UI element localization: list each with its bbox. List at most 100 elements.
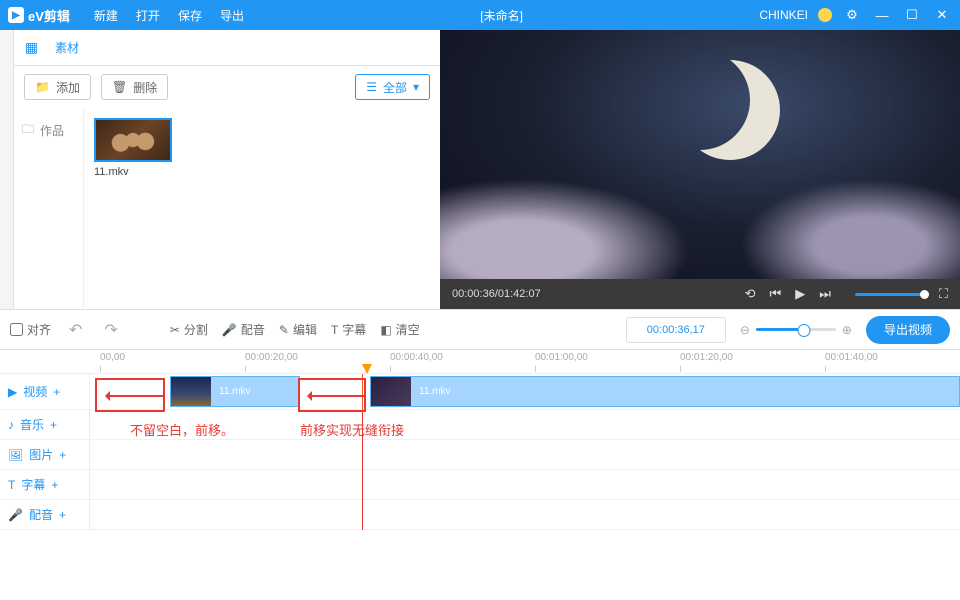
left-gutter bbox=[0, 30, 14, 309]
add-track-icon[interactable]: + bbox=[59, 448, 66, 462]
add-track-icon[interactable]: + bbox=[59, 508, 66, 522]
track-body[interactable] bbox=[90, 470, 960, 499]
eraser-icon: ◧ bbox=[380, 323, 391, 337]
subtitle-button[interactable]: T字幕 bbox=[331, 321, 366, 338]
zoom-in-button[interactable]: ⊕ bbox=[842, 323, 852, 337]
annotation-text-1: 不留空白，前移。 bbox=[130, 420, 234, 439]
material-panel: ▦ 素材 📁 添加 🗑 删除 ☰ 全部 ▾ 🗀 作品 bbox=[14, 30, 440, 309]
pencil-icon: ✎ bbox=[279, 323, 289, 337]
preview-content bbox=[680, 60, 780, 160]
material-toolbar: 📁 添加 🗑 删除 ☰ 全部 ▾ bbox=[14, 66, 440, 108]
play-button[interactable]: ▶ bbox=[795, 286, 805, 302]
image-icon: 🖼 bbox=[8, 448, 23, 462]
video-icon: ▶ bbox=[8, 385, 17, 399]
dub-track-head[interactable]: 🎤配音+ bbox=[0, 500, 90, 529]
loop-icon[interactable]: ⟲ bbox=[745, 286, 756, 302]
tab-material[interactable]: 素材 bbox=[49, 39, 85, 56]
delete-button[interactable]: 🗑 删除 bbox=[101, 74, 168, 100]
grid-icon[interactable]: ▦ bbox=[14, 39, 49, 56]
subtitle-track-head[interactable]: T字幕+ bbox=[0, 470, 90, 499]
timeline-ruler[interactable]: 00,00 00:00:20,00 00:00:40,00 00:01:00,0… bbox=[0, 350, 960, 374]
clip-thumbnail bbox=[171, 377, 211, 406]
zoom-out-button[interactable]: ⊖ bbox=[740, 323, 750, 337]
annotation-text-2: 前移实现无缝衔接 bbox=[300, 420, 404, 439]
add-button[interactable]: 📁 添加 bbox=[24, 74, 91, 100]
video-clip-2[interactable]: 11.mkv bbox=[370, 376, 960, 407]
text-icon: T bbox=[331, 323, 338, 337]
menu-save[interactable]: 保存 bbox=[178, 7, 202, 24]
video-track-head[interactable]: ▶视频+ bbox=[0, 374, 90, 409]
preview-content bbox=[440, 179, 690, 279]
list-icon: ☰ bbox=[366, 80, 377, 94]
preview-controls: 00:00:36/01:42:07 ⟲ ⏮ ▶ ⏭ ⛶ bbox=[440, 279, 960, 309]
maximize-button[interactable]: ☐ bbox=[902, 5, 922, 25]
user-badge-icon bbox=[818, 8, 832, 22]
chevron-down-icon: ▾ bbox=[413, 80, 419, 94]
preview-content bbox=[740, 179, 960, 279]
text-icon: T bbox=[8, 478, 15, 492]
play-icon: ▶ bbox=[8, 7, 24, 23]
video-clip-1[interactable]: 11.mkv bbox=[170, 376, 300, 407]
undo-button[interactable]: ↶ bbox=[65, 320, 86, 340]
titlebar-right: CHINKEI ⚙ — ☐ ✕ bbox=[759, 5, 952, 25]
thumbnail-image bbox=[94, 118, 172, 162]
app-name: eV剪辑 bbox=[28, 6, 70, 25]
volume-slider[interactable] bbox=[855, 293, 925, 296]
minimize-button[interactable]: — bbox=[872, 5, 892, 25]
align-checkbox-input[interactable] bbox=[10, 323, 23, 336]
folder-works[interactable]: 🗀 作品 bbox=[20, 116, 77, 145]
prev-frame-button[interactable]: ⏮ bbox=[769, 286, 781, 302]
edit-button[interactable]: ✎编辑 bbox=[279, 321, 317, 338]
add-track-icon[interactable]: + bbox=[53, 385, 60, 399]
ruler-tick: 00:01:20,00 bbox=[680, 352, 733, 363]
ruler-tick: 00:00:40,00 bbox=[390, 352, 443, 363]
add-track-icon[interactable]: + bbox=[50, 418, 57, 432]
zoom-control: ⊖ ⊕ bbox=[740, 323, 852, 337]
align-checkbox[interactable]: 对齐 bbox=[10, 321, 51, 338]
music-track-head[interactable]: ♪音乐+ bbox=[0, 410, 90, 439]
media-thumbnail[interactable]: 11.mkv bbox=[94, 118, 172, 178]
image-track-head[interactable]: 🖼图片+ bbox=[0, 440, 90, 469]
material-nav: ▦ 素材 bbox=[14, 30, 440, 66]
preview-panel: 00:00:36/01:42:07 ⟲ ⏮ ▶ ⏭ ⛶ bbox=[440, 30, 960, 309]
window-title: [未命名] bbox=[244, 7, 759, 24]
clear-button[interactable]: ◧清空 bbox=[380, 321, 419, 338]
filter-dropdown[interactable]: ☰ 全部 ▾ bbox=[355, 74, 430, 100]
redo-button[interactable]: ↷ bbox=[100, 320, 121, 340]
next-frame-button[interactable]: ⏭ bbox=[819, 286, 831, 302]
timeline-time[interactable]: 00:00:36,17 bbox=[626, 317, 726, 343]
user-name[interactable]: CHINKEI bbox=[759, 8, 808, 22]
editor-toolbar: 对齐 ↶ ↷ ✂分割 🎤配音 ✎编辑 T字幕 ◧清空 00:00:36,17 ⊖… bbox=[0, 310, 960, 350]
title-bar: ▶ eV剪辑 新建 打开 保存 导出 [未命名] CHINKEI ⚙ — ☐ ✕ bbox=[0, 0, 960, 30]
app-logo: ▶ eV剪辑 bbox=[8, 6, 70, 25]
menu-new[interactable]: 新建 bbox=[94, 7, 118, 24]
split-button[interactable]: ✂分割 bbox=[170, 321, 208, 338]
fullscreen-button[interactable]: ⛶ bbox=[939, 286, 948, 302]
ruler-labels: 00,00 00:00:20,00 00:00:40,00 00:01:00,0… bbox=[90, 350, 960, 373]
dub-track: 🎤配音+ bbox=[0, 500, 960, 530]
music-icon: ♪ bbox=[8, 418, 14, 432]
thumbnail-area: 11.mkv bbox=[84, 108, 440, 309]
scissors-icon: ✂ bbox=[170, 323, 180, 337]
track-body[interactable] bbox=[90, 500, 960, 529]
settings-icon[interactable]: ⚙ bbox=[842, 5, 862, 25]
menu-open[interactable]: 打开 bbox=[136, 7, 160, 24]
preview-video[interactable] bbox=[440, 30, 960, 279]
clip-label: 11.mkv bbox=[211, 386, 259, 397]
main-menu: 新建 打开 保存 导出 bbox=[94, 7, 244, 24]
subtitle-track: T字幕+ bbox=[0, 470, 960, 500]
folder-plus-icon: 📁 bbox=[35, 80, 50, 94]
close-button[interactable]: ✕ bbox=[932, 5, 952, 25]
zoom-slider[interactable] bbox=[756, 328, 836, 331]
add-track-icon[interactable]: + bbox=[51, 478, 58, 492]
ruler-tick: 00:01:40,00 bbox=[825, 352, 878, 363]
material-body: 🗀 作品 11.mkv bbox=[14, 108, 440, 309]
mic-icon: 🎤 bbox=[8, 508, 23, 522]
menu-export[interactable]: 导出 bbox=[220, 7, 244, 24]
video-track-body[interactable]: 11.mkv 11.mkv bbox=[90, 374, 960, 409]
playhead-handle[interactable] bbox=[362, 364, 372, 374]
track-body[interactable] bbox=[90, 440, 960, 469]
dub-button[interactable]: 🎤配音 bbox=[222, 321, 265, 338]
folder-tree: 🗀 作品 bbox=[14, 108, 84, 309]
export-video-button[interactable]: 导出视频 bbox=[866, 316, 950, 344]
